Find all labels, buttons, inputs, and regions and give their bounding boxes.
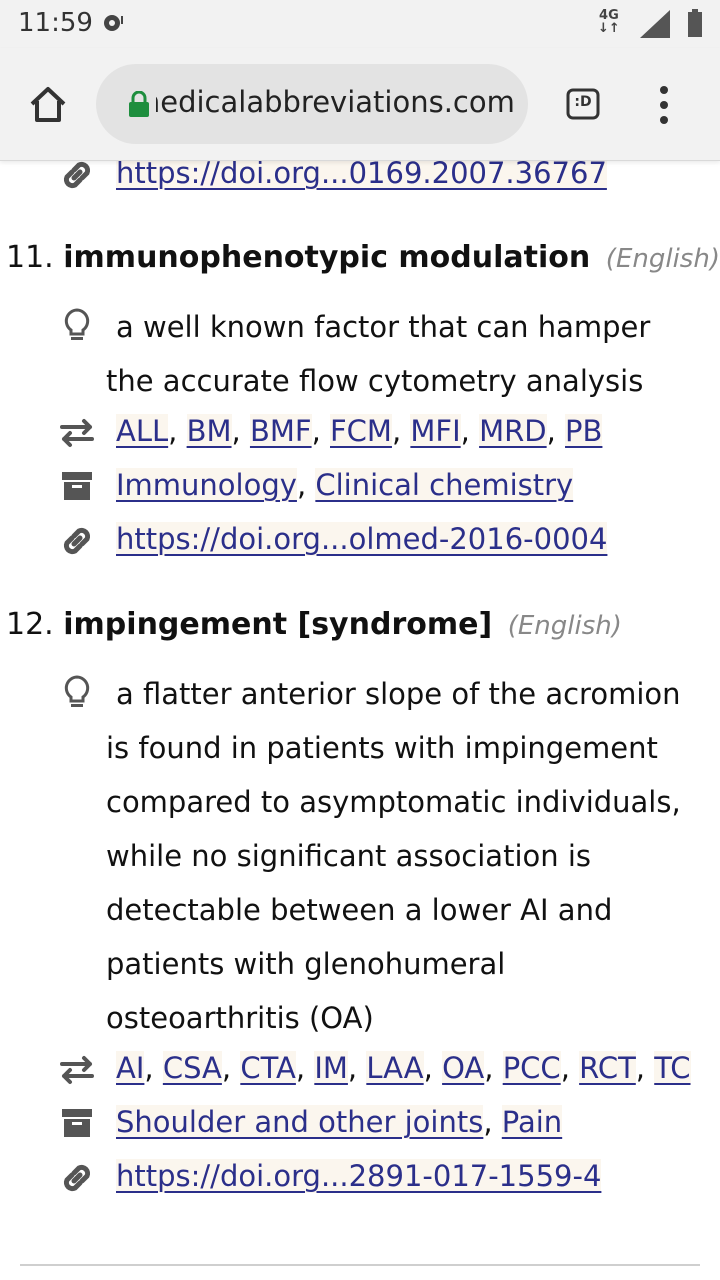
- home-icon[interactable]: [28, 84, 68, 124]
- category-link[interactable]: Pain: [501, 1105, 563, 1139]
- entry-definition: a well known factor that can hamper the …: [106, 300, 706, 408]
- abbr-link[interactable]: ALL: [116, 414, 169, 448]
- definition-line: a well known factor that can hamper: [116, 310, 651, 344]
- category-list: Shoulder and other joints, Pain: [116, 1105, 563, 1139]
- entry-definition: a flatter anterior slope of the acromion…: [106, 667, 706, 1045]
- network-arrows-icon: ↓↑: [598, 21, 620, 36]
- definition-line: patients with glenohumeral: [106, 947, 506, 981]
- abbr-link[interactable]: FCM: [330, 414, 392, 448]
- link-icon: [63, 161, 91, 189]
- page-content: https://doi.org...0169.2007.36767 11. im…: [0, 160, 720, 1280]
- status-bar: 11:59 4G ↓↑: [0, 0, 720, 48]
- abbreviation-list: AI, CSA, CTA, IM, LAA, OA, PCC, RCT, TC: [116, 1051, 691, 1085]
- url-text: medicalabbreviations.com: [156, 85, 515, 119]
- link-icon: [63, 1164, 91, 1192]
- definition-line: while no significant association is: [106, 839, 592, 873]
- more-menu-icon[interactable]: [656, 86, 672, 124]
- abbr-link[interactable]: BMF: [249, 414, 312, 448]
- abbr-link[interactable]: PB: [565, 414, 603, 448]
- network-indicator: 4G ↓↑: [598, 9, 620, 35]
- definition-line: osteoarthritis (OA): [106, 1001, 374, 1035]
- abbreviation-list: ALL, BM, BMF, FCM, MFI, MRD, PB: [116, 414, 603, 448]
- notification-icon: [104, 15, 123, 31]
- lightbulb-icon: [64, 675, 90, 707]
- browser-toolbar: medicalabbreviations.com :D: [0, 48, 720, 161]
- abbr-link[interactable]: AI: [116, 1051, 145, 1085]
- abbr-link[interactable]: RCT: [579, 1051, 636, 1085]
- category-list: Immunology, Clinical chemistry: [116, 468, 574, 502]
- entry-language: (English): [605, 244, 720, 274]
- category-link[interactable]: Clinical chemistry: [315, 468, 574, 502]
- battery-icon: [688, 9, 702, 37]
- entry-heading: 11. immunophenotypic modulation (English…: [6, 240, 720, 275]
- link-icon: [63, 527, 91, 555]
- abbr-link[interactable]: CTA: [240, 1051, 296, 1085]
- abbr-link[interactable]: LAA: [366, 1051, 424, 1085]
- abbr-link[interactable]: IM: [314, 1051, 348, 1085]
- category-link[interactable]: Immunology: [116, 468, 297, 502]
- definition-line: compared to asymptomatic individuals,: [106, 785, 681, 819]
- abbr-link[interactable]: CSA: [162, 1051, 222, 1085]
- definition-line: is found in patients with impingement: [106, 731, 658, 765]
- category-link[interactable]: Shoulder and other joints: [116, 1105, 484, 1139]
- doi-link[interactable]: https://doi.org...2891-017-1559-4: [116, 1159, 602, 1193]
- status-time: 11:59: [18, 8, 93, 38]
- entry-term: immunophenotypic modulation: [63, 240, 591, 275]
- definition-line: detectable between a lower AI and: [106, 893, 613, 927]
- lock-icon: [129, 91, 149, 117]
- archive-box-icon: [62, 1109, 92, 1137]
- entry-number: 12.: [6, 607, 54, 642]
- divider: [20, 1264, 700, 1266]
- doi-link[interactable]: https://doi.org...0169.2007.36767: [116, 160, 607, 190]
- abbr-link[interactable]: MFI: [410, 414, 461, 448]
- definition-line: a flatter anterior slope of the acromion: [116, 677, 681, 711]
- lightbulb-icon: [64, 308, 90, 340]
- doi-link[interactable]: https://doi.org...olmed-2016-0004: [116, 522, 608, 556]
- abbr-link[interactable]: OA: [442, 1051, 485, 1085]
- entry-language: (English): [507, 611, 622, 641]
- definition-line: the accurate flow cytometry analysis: [106, 364, 644, 398]
- archive-box-icon: [62, 472, 92, 500]
- signal-icon: [640, 10, 670, 38]
- abbr-link[interactable]: BM: [186, 414, 232, 448]
- tabs-label: :D: [574, 94, 592, 110]
- entry-number: 11.: [6, 240, 54, 275]
- swap-arrows-icon: [60, 419, 94, 447]
- entry-term: impingement [syndrome]: [63, 607, 493, 642]
- entry-heading: 12. impingement [syndrome] (English): [6, 607, 622, 642]
- tabs-button[interactable]: :D: [566, 88, 600, 120]
- swap-arrows-icon: [60, 1056, 94, 1084]
- abbr-link[interactable]: TC: [654, 1051, 691, 1085]
- abbr-link[interactable]: PCC: [502, 1051, 561, 1085]
- address-url[interactable]: medicalabbreviations.com: [156, 85, 516, 119]
- address-bar[interactable]: medicalabbreviations.com: [96, 64, 528, 144]
- abbr-link[interactable]: MRD: [479, 414, 547, 448]
